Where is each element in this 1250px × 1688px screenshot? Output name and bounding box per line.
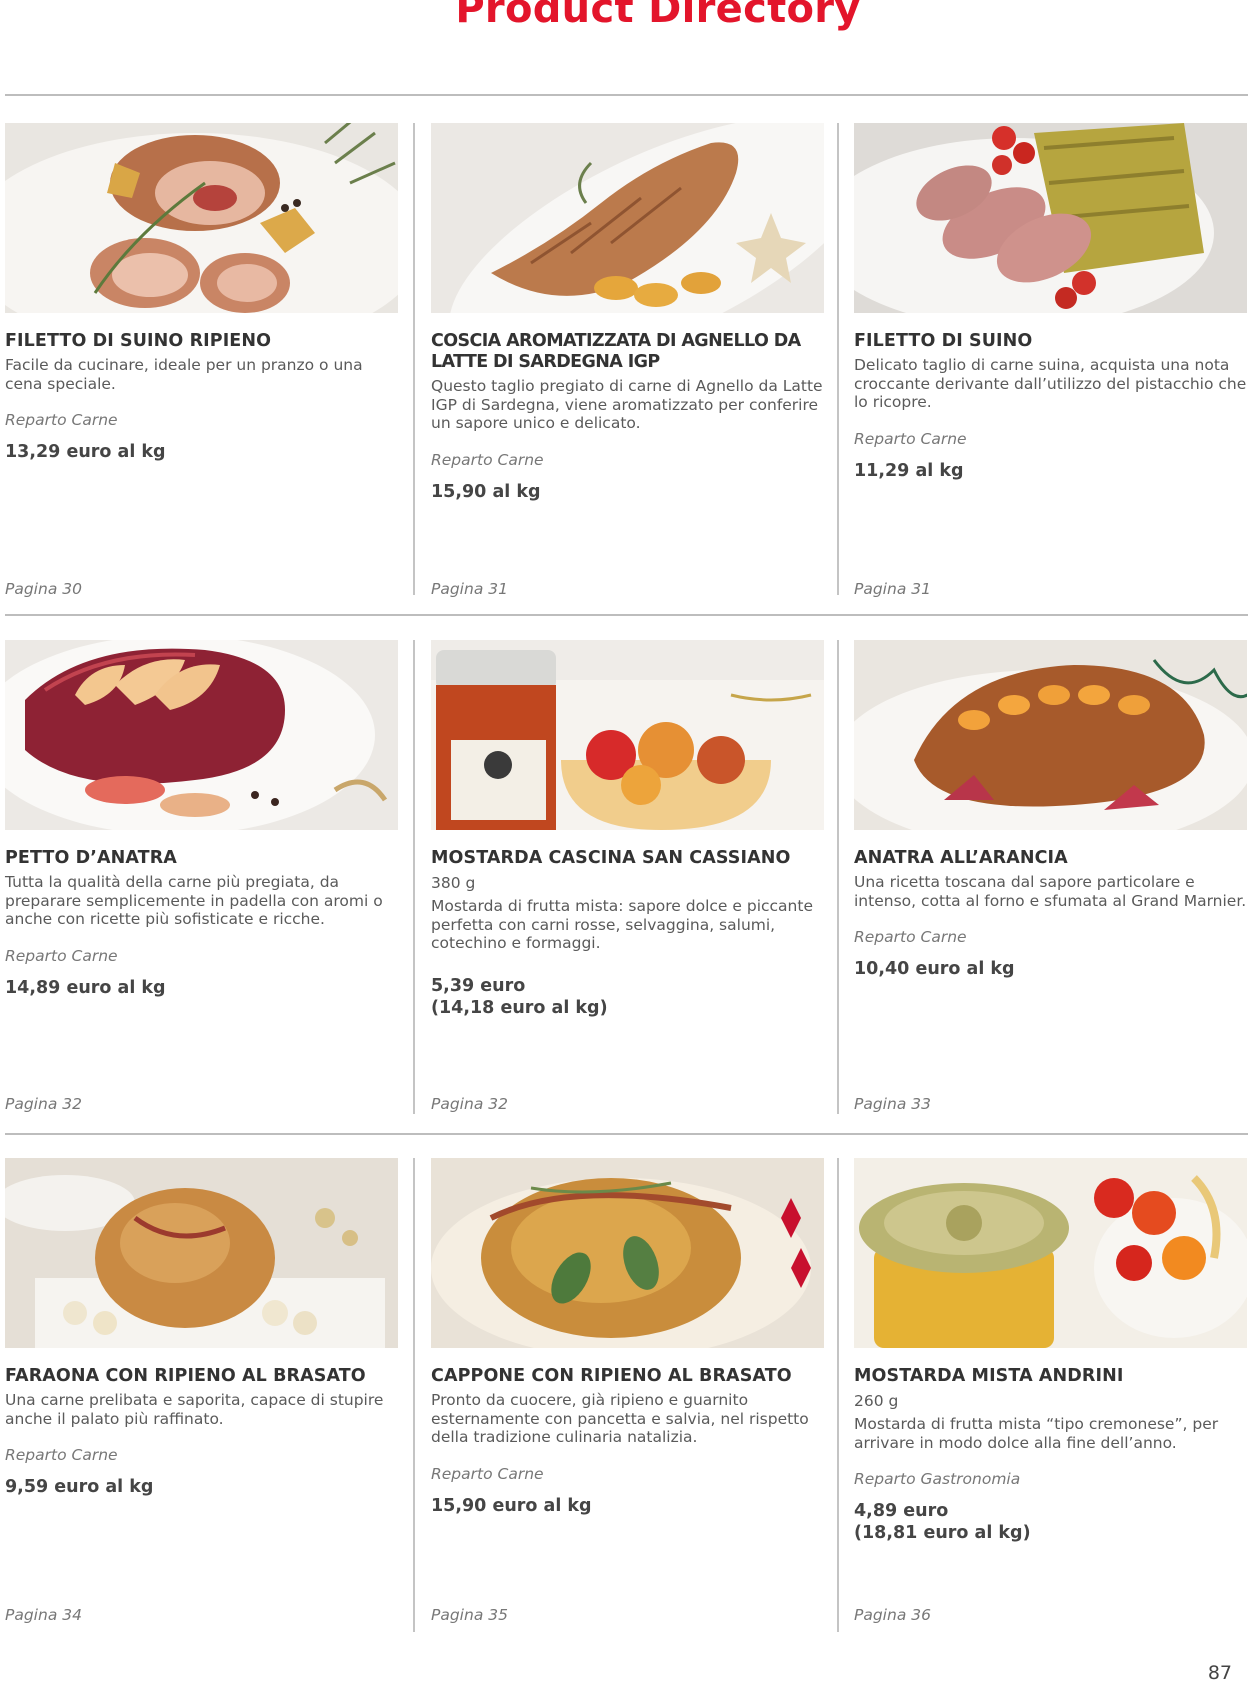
product-card[interactable]: COSCIA AROMATIZZATA DI AGNELLO DA LATTE … xyxy=(431,123,824,503)
product-department: Reparto Carne xyxy=(5,411,118,430)
page-reference: Pagina 31 xyxy=(431,580,508,598)
product-price: 10,40 euro al kg xyxy=(854,959,1015,980)
pistachio-pork-fillet-photo xyxy=(854,123,1247,313)
page-reference: Pagina 32 xyxy=(5,1095,82,1113)
stuffed-pork-roll-photo xyxy=(5,123,398,313)
capon-photo xyxy=(431,1158,824,1348)
column-divider xyxy=(413,123,415,595)
product-title: PETTO D’ANATRA xyxy=(5,848,177,868)
product-card[interactable]: ANATRA ALL’ARANCIA Una ricetta toscana d… xyxy=(854,640,1247,980)
product-weight: 260 g xyxy=(854,1392,899,1410)
divider-row-1 xyxy=(5,614,1248,616)
product-title: COSCIA AROMATIZZATA DI AGNELLO DA LATTE … xyxy=(431,331,801,372)
product-description: Mostarda di frutta mista “tipo cremonese… xyxy=(854,1415,1219,1452)
product-department: Reparto Carne xyxy=(854,928,967,947)
product-description: Una carne prelibata e saporita, capace d… xyxy=(5,1391,384,1428)
column-divider xyxy=(413,1158,415,1632)
product-card[interactable]: CAPPONE CON RIPIENO AL BRASATO Pronto da… xyxy=(431,1158,824,1517)
product-department: Reparto Carne xyxy=(431,451,544,470)
page-reference: Pagina 32 xyxy=(431,1095,508,1113)
product-title: CAPPONE CON RIPIENO AL BRASATO xyxy=(431,1366,792,1386)
page-reference: Pagina 34 xyxy=(5,1606,82,1624)
product-description: Facile da cucinare, ideale per un pranzo… xyxy=(5,356,363,393)
page-reference: Pagina 33 xyxy=(854,1095,931,1113)
product-card[interactable]: FILETTO DI SUINO RIPIENO Facile da cucin… xyxy=(5,123,398,463)
duck-breast-photo xyxy=(5,640,398,830)
product-description: Pronto da cuocere, già ripieno e guarnit… xyxy=(431,1391,809,1447)
product-department: Reparto Carne xyxy=(431,1465,544,1484)
product-price: 5,39 euro (14,18 euro al kg) xyxy=(431,976,608,1019)
product-title: MOSTARDA MISTA ANDRINI xyxy=(854,1366,1124,1386)
column-divider xyxy=(413,640,415,1114)
product-department: Reparto Carne xyxy=(5,1446,118,1465)
product-card[interactable]: FILETTO DI SUINO Delicato taglio di carn… xyxy=(854,123,1247,482)
mostarda-jar-photo xyxy=(431,640,824,830)
product-title: FARAONA CON RIPIENO AL BRASATO xyxy=(5,1366,366,1386)
product-description: Questo taglio pregiato di carne di Agnel… xyxy=(431,377,823,433)
column-divider xyxy=(837,123,839,595)
page-reference: Pagina 31 xyxy=(854,580,931,598)
product-description: Tutta la qualità della carne più pregiat… xyxy=(5,873,383,929)
product-weight: 380 g xyxy=(431,874,476,892)
lamb-leg-photo xyxy=(431,123,824,313)
product-department: Reparto Gastronomia xyxy=(854,1470,1021,1489)
guinea-fowl-photo xyxy=(5,1158,398,1348)
orange-duck-photo xyxy=(854,640,1247,830)
product-description: Delicato taglio di carne suina, acquista… xyxy=(854,356,1247,412)
product-title: MOSTARDA CASCINA SAN CASSIANO xyxy=(431,848,791,868)
product-price: 13,29 euro al kg xyxy=(5,442,166,463)
product-price: 15,90 al kg xyxy=(431,482,541,503)
product-title: FILETTO DI SUINO RIPIENO xyxy=(5,331,272,351)
product-price: 4,89 euro (18,81 euro al kg) xyxy=(854,1501,1031,1544)
product-department: Reparto Carne xyxy=(5,947,118,966)
product-price: 9,59 euro al kg xyxy=(5,1477,154,1498)
product-price: 15,90 euro al kg xyxy=(431,1496,592,1517)
product-card[interactable]: MOSTARDA CASCINA SAN CASSIANO 380 g Most… xyxy=(431,640,824,1019)
divider-row-2 xyxy=(5,1133,1248,1135)
product-description: Una ricetta toscana dal sapore particola… xyxy=(854,873,1247,910)
page-reference: Pagina 36 xyxy=(854,1606,931,1624)
product-title: FILETTO DI SUINO xyxy=(854,331,1033,351)
page-number: 87 xyxy=(1207,1662,1232,1684)
product-price: 11,29 al kg xyxy=(854,461,964,482)
product-description: Mostarda di frutta mista: sapore dolce e… xyxy=(431,897,813,953)
page-title: Product Directory xyxy=(455,0,861,32)
product-card[interactable]: FARAONA CON RIPIENO AL BRASATO Una carne… xyxy=(5,1158,398,1498)
mostarda-andrini-photo xyxy=(854,1158,1247,1348)
product-card[interactable]: PETTO D’ANATRA Tutta la qualità della ca… xyxy=(5,640,398,999)
page-reference: Pagina 30 xyxy=(5,580,82,598)
column-divider xyxy=(837,640,839,1114)
column-divider xyxy=(837,1158,839,1632)
divider-top xyxy=(5,94,1248,96)
product-price: 14,89 euro al kg xyxy=(5,978,166,999)
product-card[interactable]: MOSTARDA MISTA ANDRINI 260 g Mostarda di… xyxy=(854,1158,1247,1544)
page-reference: Pagina 35 xyxy=(431,1606,508,1624)
product-department: Reparto Carne xyxy=(854,430,967,449)
product-title: ANATRA ALL’ARANCIA xyxy=(854,848,1068,868)
